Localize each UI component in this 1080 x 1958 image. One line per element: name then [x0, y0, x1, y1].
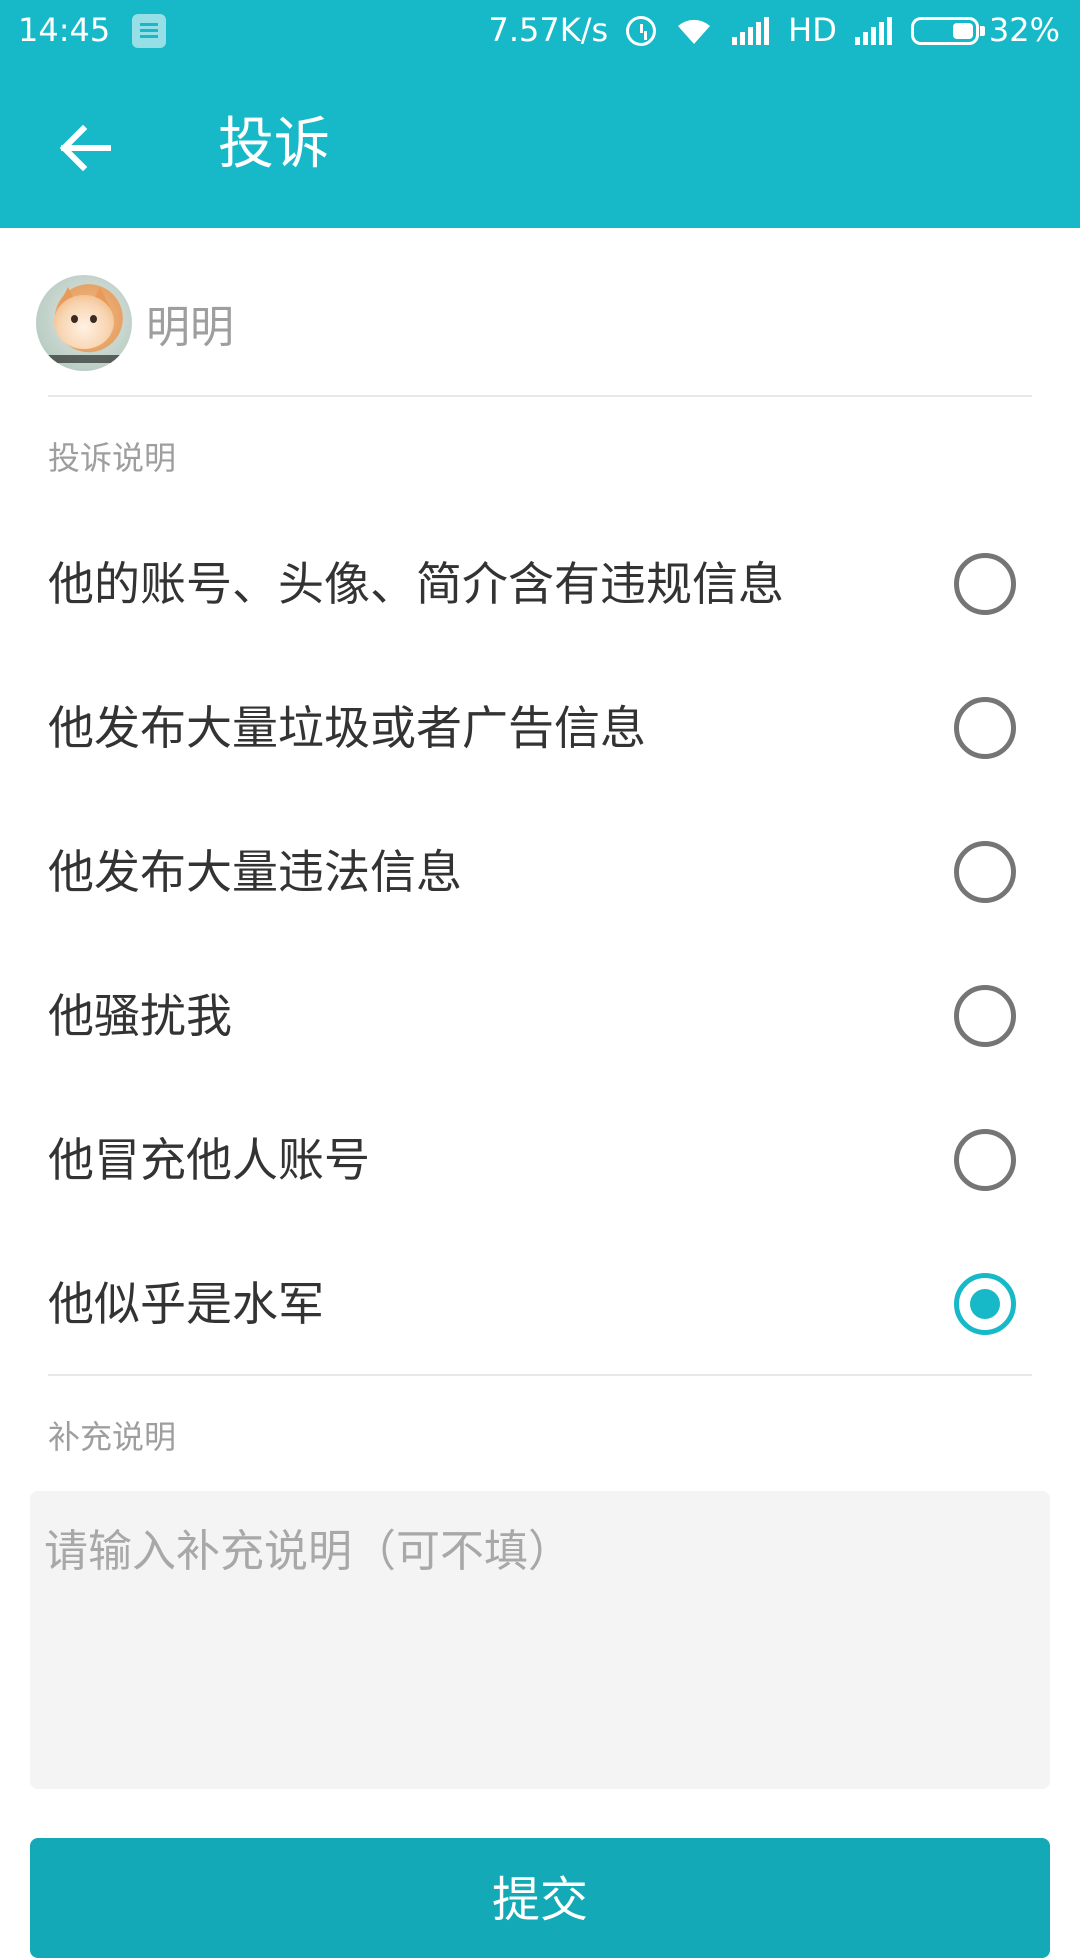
- status-time: 14:45: [18, 11, 111, 49]
- option-label: 他冒充他人账号: [48, 1133, 370, 1187]
- radio-button[interactable]: [954, 697, 1016, 759]
- divider: [48, 395, 1032, 397]
- alarm-icon: [626, 15, 657, 46]
- option-label: 他似乎是水军: [48, 1277, 324, 1331]
- complaint-option[interactable]: 他发布大量垃圾或者广告信息: [0, 656, 1080, 800]
- page-title: 投诉: [218, 112, 330, 177]
- complaint-option[interactable]: 他的账号、头像、简介含有违规信息: [0, 512, 1080, 656]
- option-label: 他发布大量违法信息: [48, 845, 462, 899]
- radio-button[interactable]: [954, 1129, 1016, 1191]
- notification-icon: [132, 13, 167, 48]
- status-bar-left: 14:45: [18, 0, 167, 61]
- complaint-option[interactable]: 他似乎是水军: [0, 1232, 1080, 1376]
- supplement-section-label: 补充说明: [48, 1418, 177, 1456]
- back-button[interactable]: [40, 103, 130, 193]
- battery-percent: 32%: [988, 11, 1060, 49]
- complaint-option[interactable]: 他冒充他人账号: [0, 1088, 1080, 1232]
- network-speed: 7.57K/s: [488, 11, 609, 49]
- status-bar-right: 7.57K/s HD 32%: [488, 0, 1060, 61]
- divider: [48, 1374, 1032, 1376]
- radio-button[interactable]: [954, 985, 1016, 1047]
- signal-icon: [854, 16, 893, 45]
- arrow-left-icon: [59, 125, 111, 171]
- complaint-option[interactable]: 他骚扰我: [0, 944, 1080, 1088]
- status-bar: 14:45 7.57K/s HD 32%: [0, 0, 1080, 61]
- radio-button[interactable]: [954, 553, 1016, 615]
- complaint-option[interactable]: 他发布大量违法信息: [0, 800, 1080, 944]
- complaint-section-label: 投诉说明: [48, 439, 177, 477]
- radio-button[interactable]: [954, 841, 1016, 903]
- supplement-input[interactable]: [30, 1491, 1050, 1789]
- reported-user: 明明: [36, 275, 234, 371]
- avatar: [36, 275, 132, 371]
- network-type: HD: [788, 11, 837, 49]
- app-bar: 投诉: [0, 61, 1080, 228]
- signal-icon: [732, 16, 770, 45]
- option-label: 他骚扰我: [48, 989, 232, 1043]
- battery-icon: [910, 16, 985, 45]
- submit-button[interactable]: 提交: [30, 1838, 1050, 1958]
- radio-button-selected[interactable]: [954, 1273, 1016, 1335]
- username: 明明: [146, 302, 234, 353]
- option-label: 他的账号、头像、简介含有违规信息: [48, 557, 784, 611]
- wifi-icon: [678, 19, 711, 44]
- option-label: 他发布大量垃圾或者广告信息: [48, 701, 646, 755]
